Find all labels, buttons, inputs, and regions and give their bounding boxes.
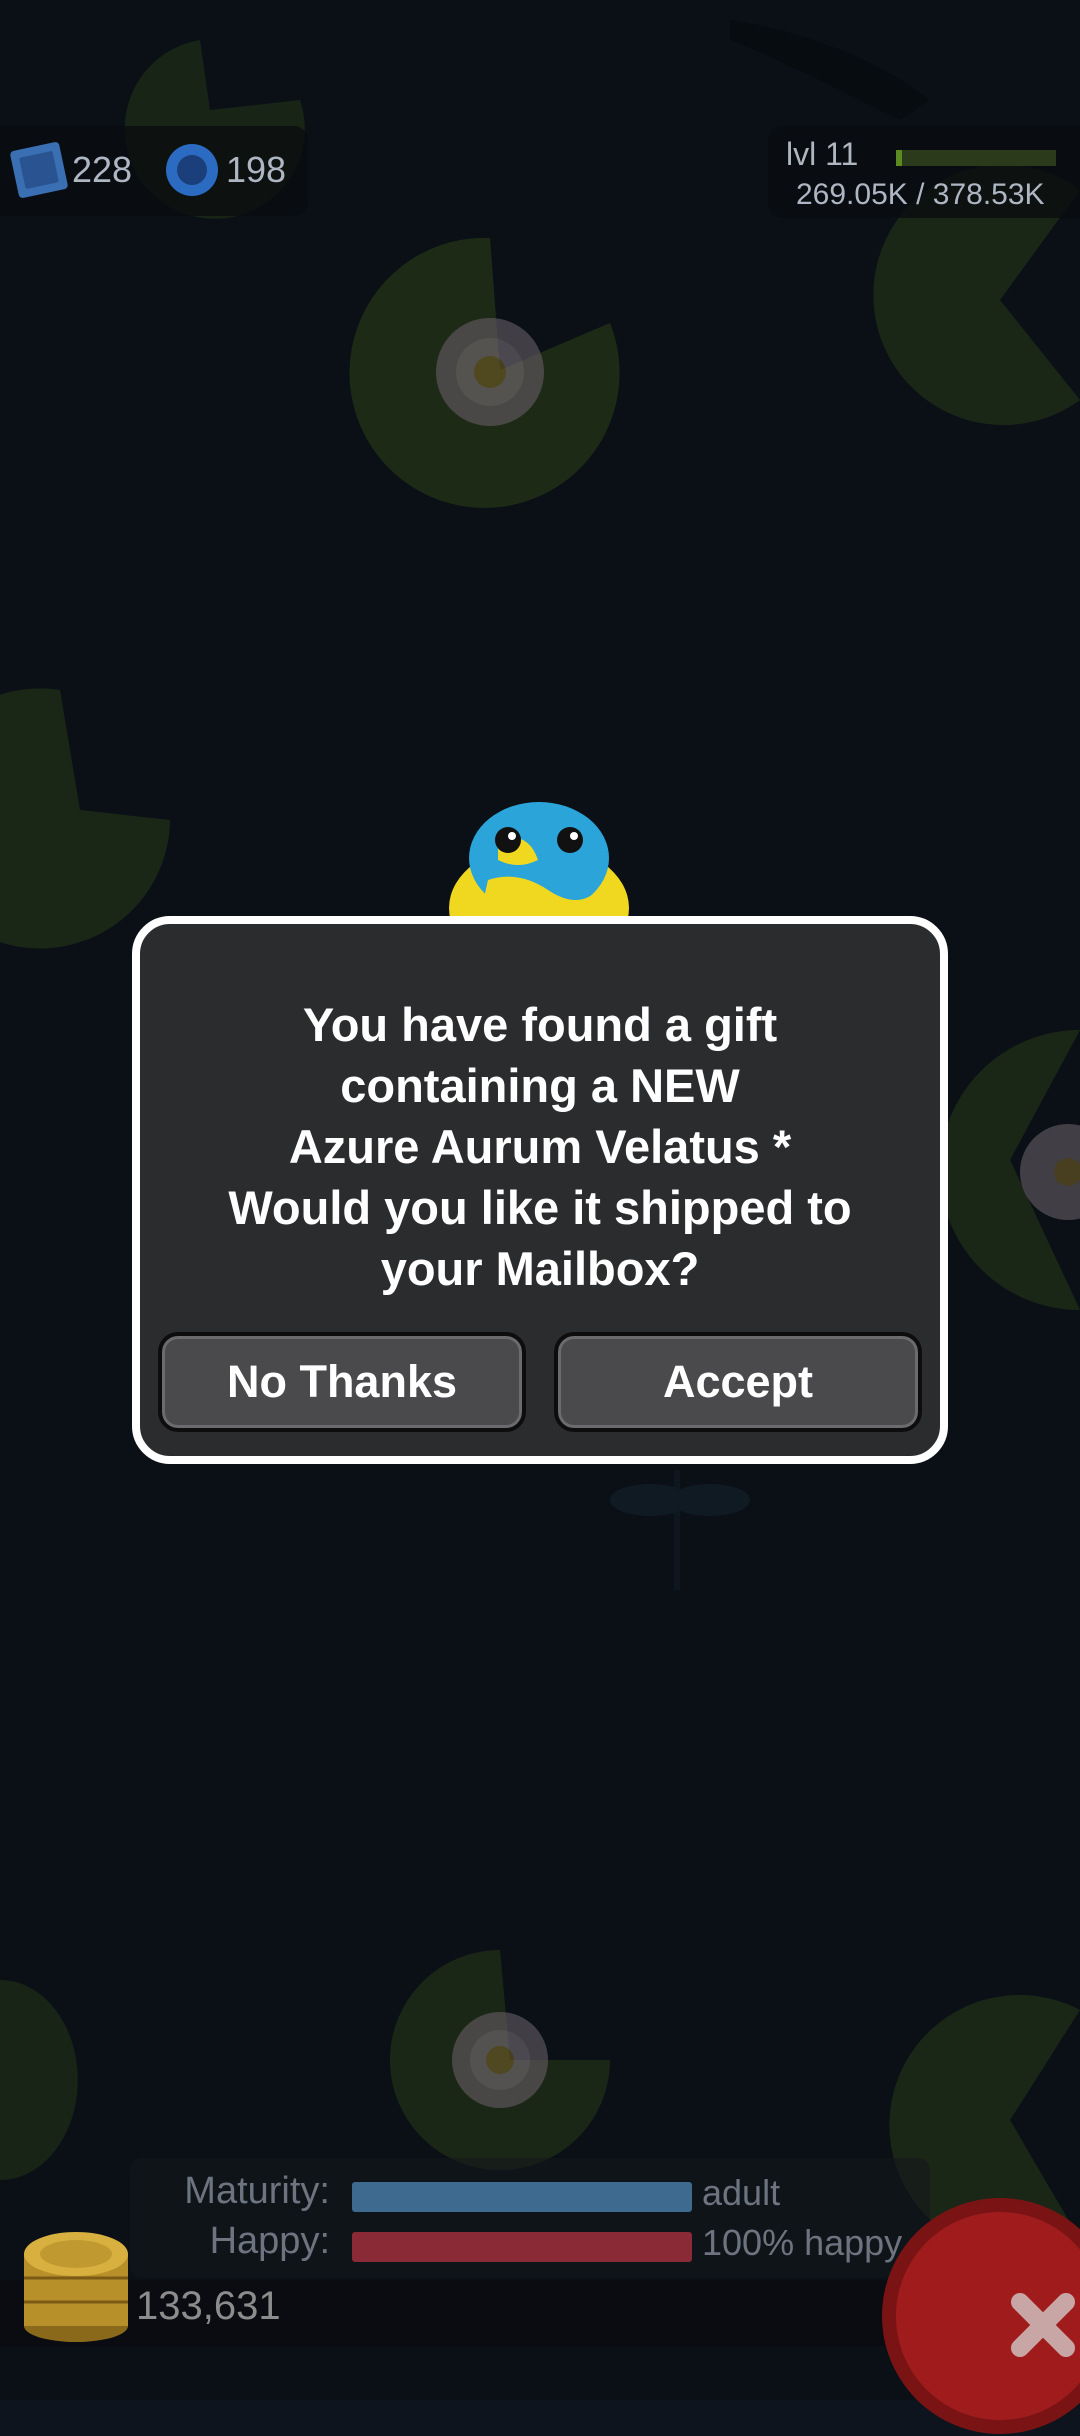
stamps-count: 228 [72,149,133,190]
gems-count: 198 [226,149,287,190]
level-label: lvl 11 [786,136,859,172]
coins-strip [0,2280,900,2346]
level-hud: lvl 11 269.05K / 378.53K [768,126,1080,218]
maturity-bar [352,2182,692,2212]
close-button[interactable] [880,2196,1080,2436]
frog-stats-panel: Maturity: adult Happy: 100% happy [130,2158,930,2278]
stamp-icon [10,142,68,198]
accept-button[interactable]: Accept [554,1332,922,1432]
happy-bar [352,2232,692,2262]
message-line: Would you like it shipped to [228,1181,852,1234]
coins-count: 133,631 [136,2284,281,2328]
gem-icon [166,144,218,196]
gift-dialog: You have found a gift containing a NEW A… [132,916,948,1464]
coins-icon [24,2232,128,2342]
gift-message: You have found a gift containing a NEW A… [160,994,920,1299]
stamps-counter[interactable]: 228 [8,140,132,200]
gems-counter[interactable]: 198 [160,140,286,200]
message-line: Azure Aurum Velatus * [288,1120,792,1173]
happy-label: Happy: [209,2220,330,2262]
xp-text: 269.05K / 378.53K [796,178,1045,211]
message-line: containing a NEW [340,1059,740,1112]
xp-progress-bar [896,150,1056,166]
happy-value: 100% happy [702,2222,903,2263]
message-line: You have found a gift [302,998,778,1051]
maturity-value: adult [702,2172,781,2213]
currency-hud: 228 198 [0,126,308,216]
xp-progress-fill [896,150,903,166]
maturity-label: Maturity: [184,2170,330,2212]
message-line: your Mailbox? [380,1242,700,1295]
no-thanks-button[interactable]: No Thanks [158,1332,526,1432]
